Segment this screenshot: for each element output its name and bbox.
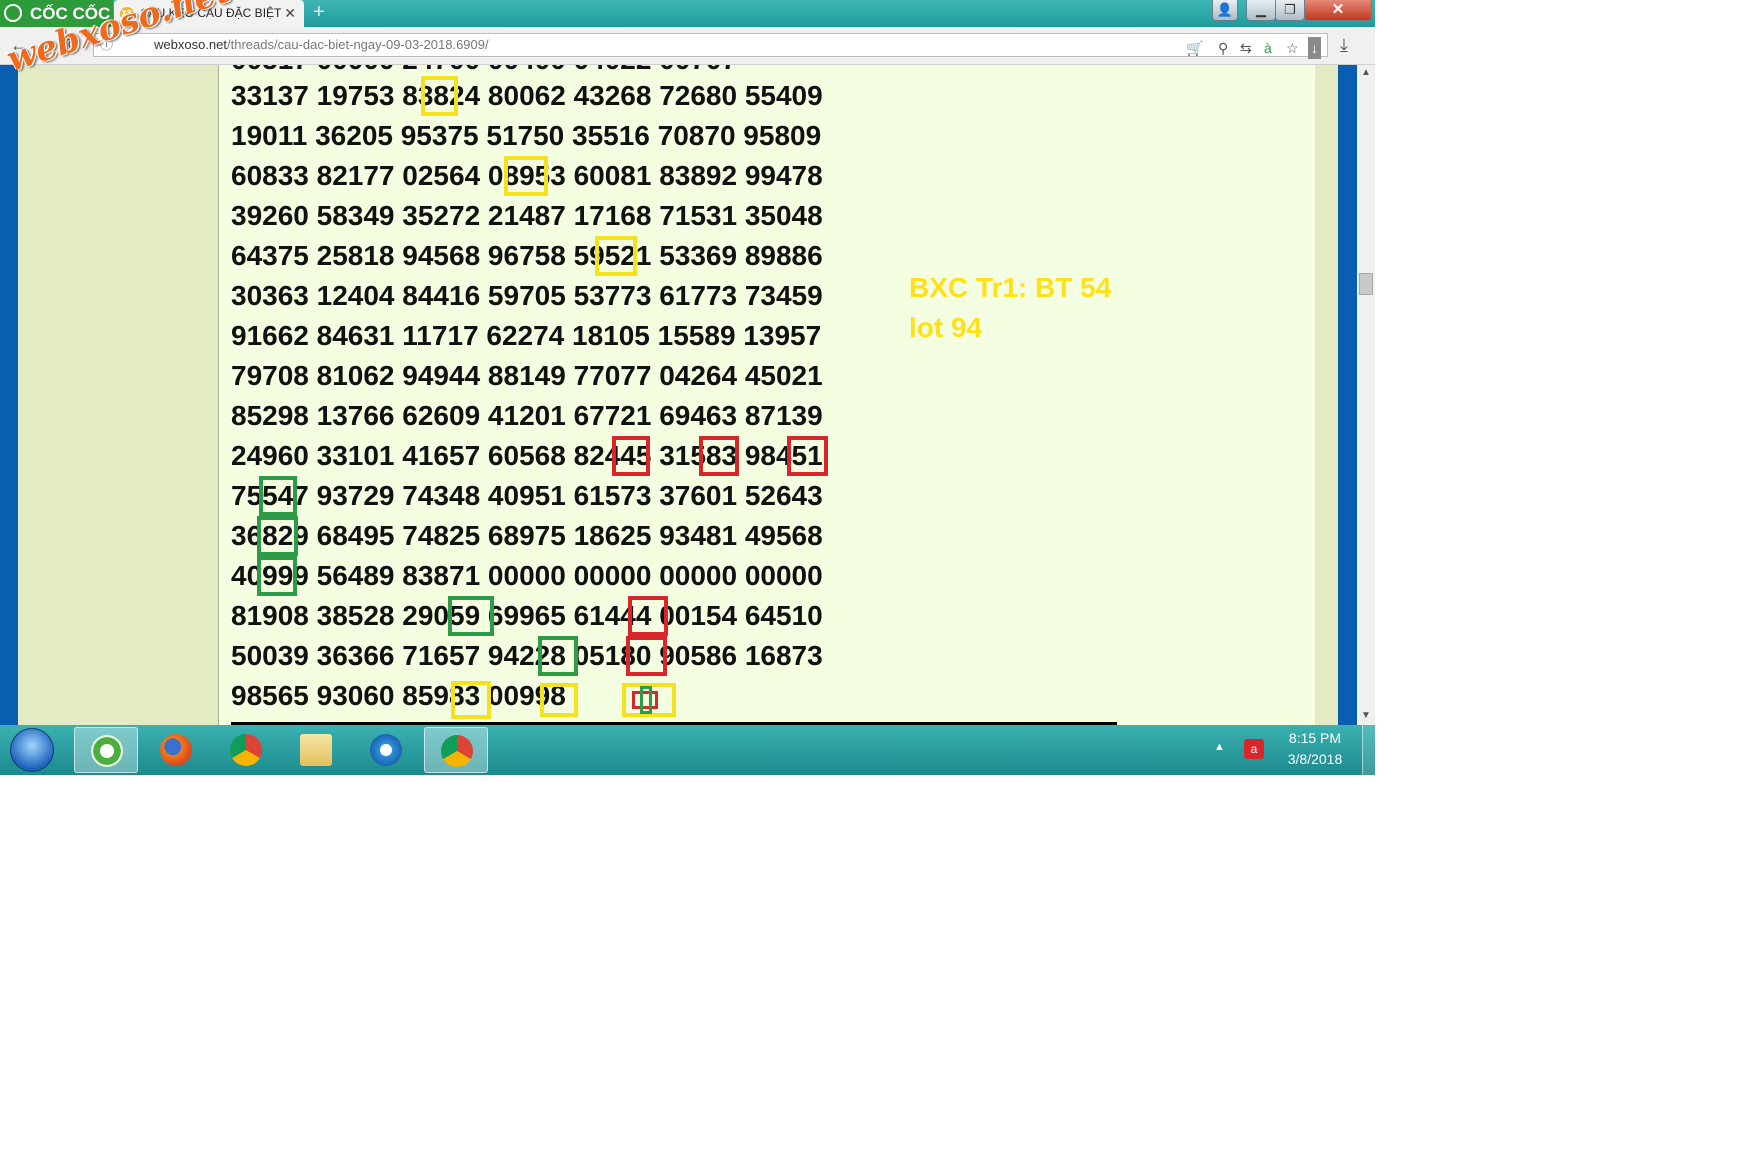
address-bar[interactable]: ⓘ webxoso.net/threads/cau-dac-biet-ngay-… [93,33,1328,59]
taskbar-ie[interactable] [354,727,418,773]
taskbar-coccoc[interactable] [74,727,138,773]
grid-row: 36829 68495 74825 68975 18625 93481 4956… [231,520,823,551]
highlight-box-yellow [504,156,548,196]
note-line-2: lot 94 [909,312,983,343]
cart-icon[interactable]: 🛒 [1186,37,1203,59]
internet-explorer-icon [370,734,402,766]
grid-row: 50039 36366 71657 94228 05180 90586 1687… [231,640,823,671]
grid-row: 75547 93729 74348 40951 61573 37601 5264… [231,480,823,511]
highlight-box-red [626,636,667,676]
chrome-icon [441,735,473,767]
firefox-icon [160,734,192,766]
antivirus-tray-icon[interactable]: a [1244,739,1264,759]
highlight-box-yellow [451,681,491,719]
folder-icon [300,734,332,766]
translate-icon[interactable]: ⇆ [1240,37,1252,59]
coccoc-logo-icon [4,4,22,22]
right-sidebar [1315,65,1338,725]
grid-row: 19011 36205 95375 51750 35516 70870 9580… [231,120,822,151]
highlight-box-red [699,436,739,476]
grid-row: 81908 38528 29059 69965 61444 00154 6451… [231,600,823,631]
number-grid: 00517 00000 24700 00400 04022 00707 3313… [219,65,919,725]
new-tab-icon[interactable]: + [313,0,325,25]
chrome-icon [230,734,262,766]
address-toolbar: ← → ↻ ⓘ webxoso.net/threads/cau-dac-biet… [0,27,1375,65]
url-domain: webxoso.net [154,37,227,52]
grid-row: 98565 93060 85983 00998 [231,680,566,711]
forum-post: 00517 00000 24700 00400 04022 00707 3313… [218,65,1316,725]
cut-off-row: 00517 00000 24700 00400 04022 00707 [231,65,737,78]
minimize-button[interactable]: ▁ [1246,0,1276,21]
highlight-box-yellow [540,683,578,717]
restore-button[interactable]: ❐ [1275,0,1305,21]
highlight-box-green [257,516,298,556]
taskbar: ▲ a 8:15 PM 3/8/2018 [0,725,1375,775]
profile-button[interactable]: 👤 [1212,0,1238,21]
grid-row: 91662 84631 11717 62274 18105 15589 1395… [231,320,822,351]
page-border-right [1338,65,1357,725]
grid-row: 79708 81062 94944 88149 77077 04264 4502… [231,360,823,391]
zoom-icon[interactable]: ⚲ [1218,37,1228,59]
close-window-button[interactable]: ✕ [1304,0,1372,21]
taskbar-chrome-2[interactable] [424,727,488,773]
highlight-box-green [538,636,578,676]
note-line-1: BXC Tr1: BT 54 [909,272,1112,303]
grid-row: 39260 58349 35272 21487 17168 71531 3504… [231,200,823,231]
prediction-note: BXC Tr1: BT 54 lot 94 [909,268,1111,348]
download-video-icon[interactable]: ↓ [1308,37,1321,59]
screen: CỐC CỐC XS CẦU KÈO CẦU ĐẶC BIỆT ✕ + 👤 ▁ … [0,0,1375,775]
scrollbar-thumb[interactable] [1359,273,1373,295]
highlight-box-red [628,596,668,636]
taskbar-chrome[interactable] [214,727,278,773]
clock-date: 3/8/2018 [1287,751,1343,767]
grid-row: 40999 56489 83871 00000 00000 00000 0000… [231,560,823,591]
page-border-left [0,65,18,725]
clock-time: 8:15 PM [1288,730,1342,746]
highlight-box-green [448,596,494,636]
highlight-box-yellow [421,76,458,116]
highlight-box-red [787,436,828,476]
left-sidebar [18,65,218,725]
grid-row: 64375 25818 94568 96758 59521 53369 8988… [231,240,823,271]
highlight-box-red [612,436,650,476]
highlight-box-yellow [595,236,637,276]
taskbar-firefox[interactable] [144,727,208,773]
grid-row: 30363 12404 84416 59705 53773 61773 7345… [231,280,823,311]
scroll-down-icon[interactable]: ▼ [1357,710,1375,721]
highlight-box-green [257,556,297,596]
web-page: 00517 00000 24700 00400 04022 00707 3313… [0,65,1357,725]
grid-row: 33137 19753 83824 80062 43268 72680 5540… [231,80,823,111]
scroll-up-icon[interactable]: ▲ [1357,67,1375,78]
bookmark-star-icon[interactable]: ☆ [1286,37,1299,59]
grid-row: 85298 13766 62609 41201 67721 69463 8713… [231,400,823,431]
downloads-icon[interactable]: ⤓ [1340,35,1348,56]
coccoc-icon [91,735,123,767]
tab-close-icon[interactable]: ✕ [284,0,296,27]
highlight-box-green [640,686,652,714]
highlight-box-green [259,476,297,516]
clock[interactable]: 8:15 PM 3/8/2018 [1270,728,1360,770]
dictionary-icon[interactable]: à [1264,37,1272,59]
tray-expand-icon[interactable]: ▲ [1214,741,1225,753]
url-path: /threads/cau-dac-biet-ngay-09-03-2018.69… [227,37,489,52]
start-button[interactable] [10,728,54,772]
url-text: webxoso.net/threads/cau-dac-biet-ngay-09… [154,34,489,56]
taskbar-explorer[interactable] [284,727,348,773]
show-desktop-button[interactable] [1362,725,1375,775]
vertical-scrollbar[interactable]: ▲ ▼ [1357,65,1375,725]
